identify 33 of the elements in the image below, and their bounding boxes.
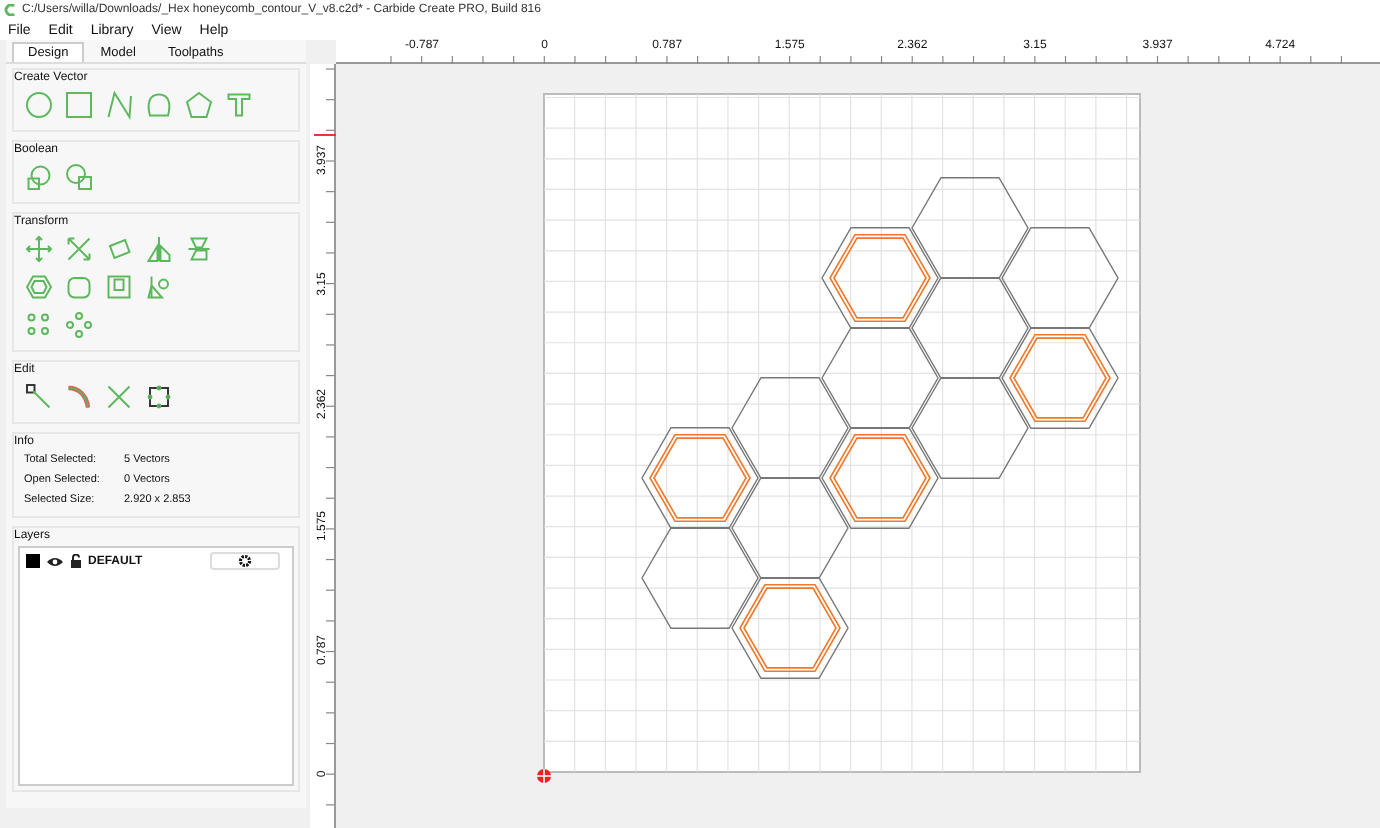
fillet-icon[interactable] [64,272,94,302]
offset-icon[interactable] [24,272,54,302]
cut-icon[interactable] [104,382,134,412]
subtract-icon[interactable] [64,162,94,192]
pentagon-icon[interactable] [184,90,214,120]
polyline-icon[interactable] [104,90,134,120]
text-icon[interactable] [224,90,254,120]
eye-icon[interactable] [46,555,64,567]
app-logo-icon [4,4,16,16]
distribute-icon[interactable] [144,272,174,302]
flip-icon[interactable] [184,234,214,264]
mirror-icon[interactable] [144,234,174,264]
align-icon[interactable] [104,272,134,302]
bounding-box-icon[interactable] [144,382,174,412]
circle-icon[interactable] [24,90,54,120]
layer-color-swatch[interactable] [26,554,40,568]
trim-icon[interactable] [64,382,94,412]
square-icon[interactable] [64,90,94,120]
settings-icon [238,554,252,568]
move-arrows-icon[interactable] [24,234,54,264]
origin-marker-icon [536,768,552,784]
rotate-icon[interactable] [104,234,134,264]
node-edit-icon[interactable] [24,382,54,412]
circular-array-icon[interactable] [64,310,94,340]
selected-hexagon-outlines[interactable] [649,233,1111,673]
curve-shape-icon[interactable] [144,90,174,120]
union-icon[interactable] [24,162,54,192]
lock-icon[interactable] [70,554,82,568]
layer-settings-button[interactable] [210,552,280,570]
cursor-position-marker [314,134,336,136]
scale-arrows-icon[interactable] [64,234,94,264]
honeycomb-drawing[interactable] [641,177,1119,679]
grid-array-icon[interactable] [24,310,54,340]
